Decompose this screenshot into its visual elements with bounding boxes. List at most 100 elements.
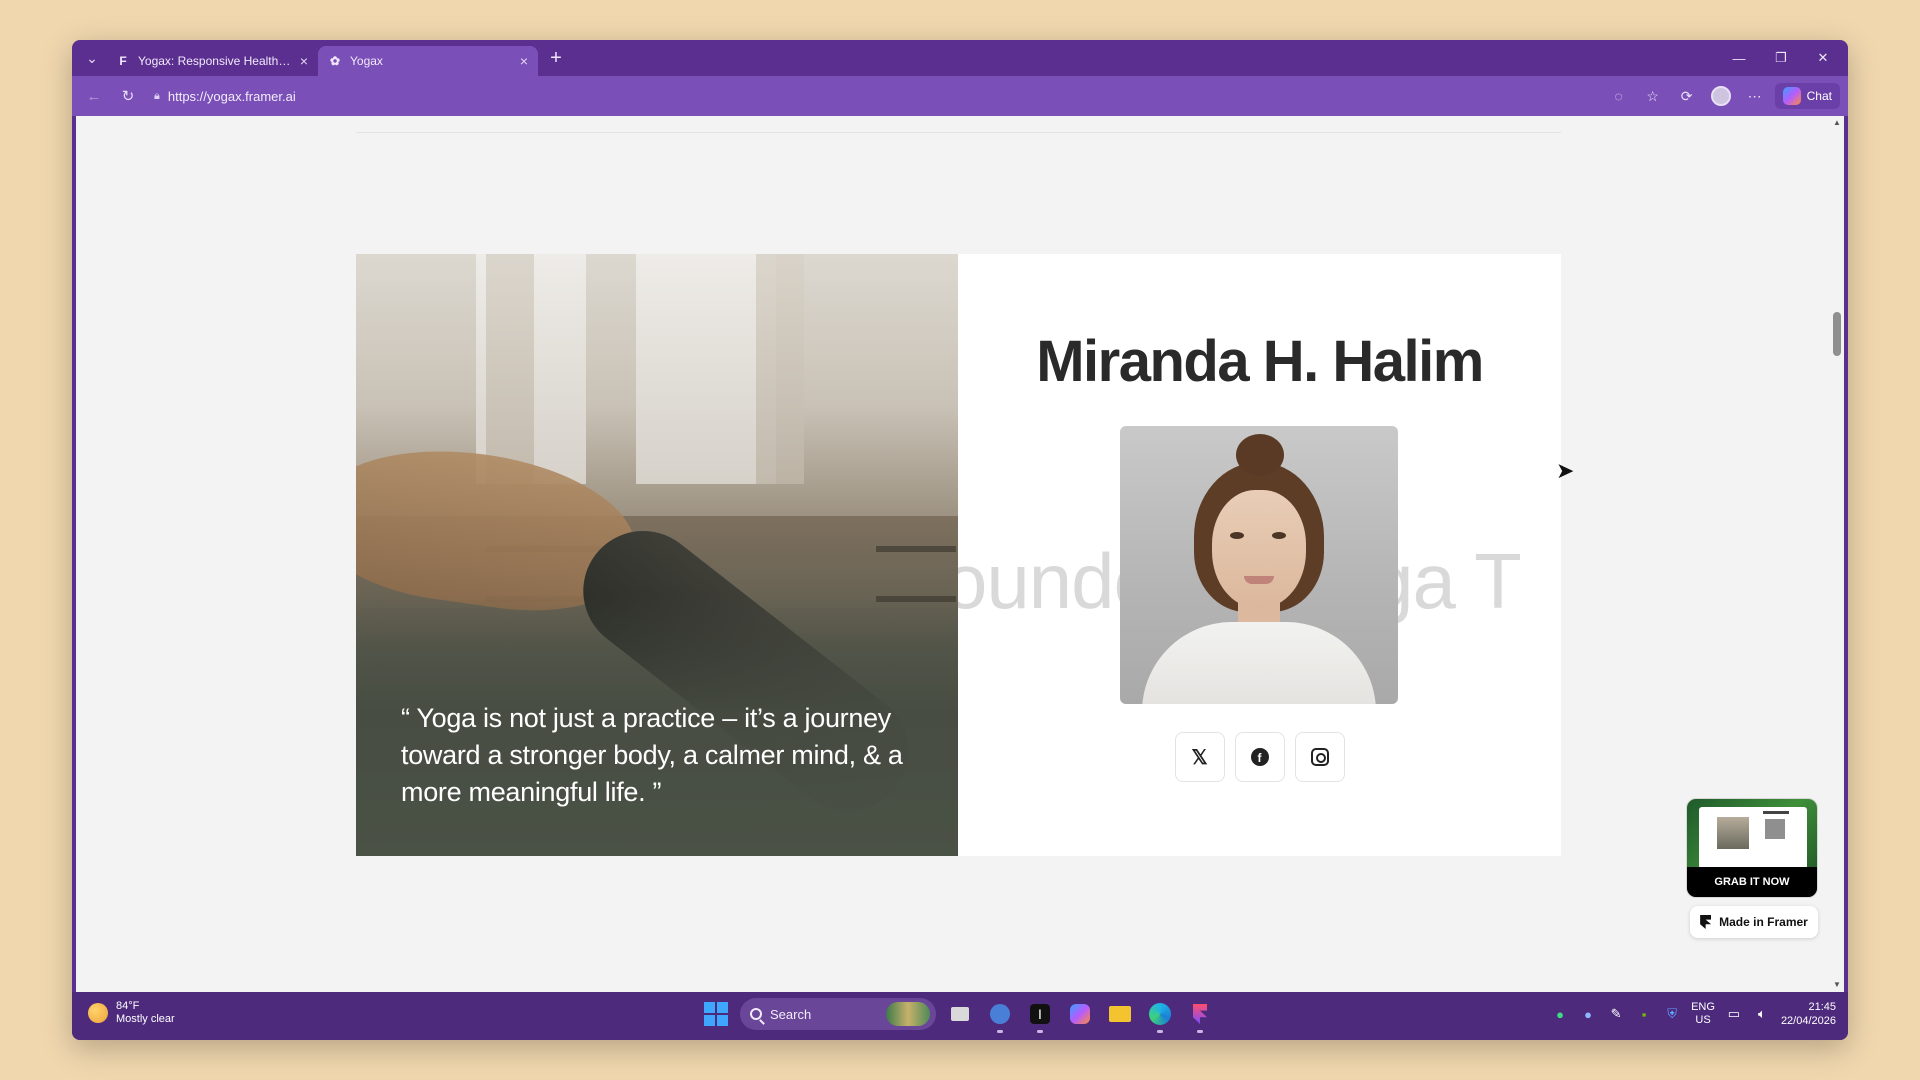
start-button[interactable] bbox=[700, 998, 732, 1030]
window-frame bbox=[486, 254, 534, 484]
clock-time: 21:45 bbox=[1808, 1001, 1836, 1013]
portrait-shirt bbox=[1142, 622, 1376, 704]
clock[interactable]: 21:45 22/04/2026 bbox=[1781, 1000, 1836, 1028]
lock-icon: 🔒︎ bbox=[154, 89, 160, 102]
running-indicator bbox=[1037, 1030, 1043, 1033]
reload-icon: ↻ bbox=[121, 88, 135, 105]
instagram-icon bbox=[1310, 748, 1329, 766]
system-tray: ● ● ✎ ▪ ⛨ ENG US ▭ 🔈︎ 21:45 22/04/2026 bbox=[1551, 1000, 1836, 1028]
portrait-eye bbox=[1272, 532, 1286, 539]
avatar bbox=[1710, 86, 1731, 106]
page-viewport: “ Yoga is not just a practice – it’s a j… bbox=[76, 116, 1844, 992]
copilot-icon bbox=[1782, 87, 1801, 105]
instagram-social-button[interactable] bbox=[1294, 732, 1345, 782]
weather-desc: Mostly clear bbox=[116, 1013, 175, 1025]
mouse-cursor-icon: ➤ bbox=[1556, 458, 1575, 483]
tab-bar: ⌄ F Yogax: Responsive Health Website × ✿… bbox=[72, 40, 1848, 76]
tab-yogax-responsive[interactable]: F Yogax: Responsive Health Website × bbox=[106, 46, 318, 76]
windows-taskbar: 84°F Mostly clear Search I ● ● ✎ ▪ ⛨ ENG… bbox=[72, 992, 1848, 1040]
volume-icon[interactable]: 🔈︎ bbox=[1753, 1005, 1771, 1023]
x-social-button[interactable]: 𝕏 bbox=[1174, 732, 1225, 782]
facebook-social-button[interactable]: f bbox=[1234, 732, 1285, 782]
drawer bbox=[876, 546, 956, 552]
testimonial-quote: “ Yoga is not just a practice – it’s a j… bbox=[401, 703, 903, 807]
made-in-framer-badge[interactable]: Made in Framer bbox=[1690, 906, 1818, 938]
weather-text: 84°F Mostly clear bbox=[116, 1000, 175, 1026]
arrow-left-icon: ← bbox=[86, 87, 102, 105]
tab-actions-menu[interactable]: ⌄ bbox=[78, 44, 106, 72]
nvidia-icon[interactable]: ▪ bbox=[1635, 1005, 1653, 1023]
extensions-icon[interactable]: ⟳ bbox=[1673, 82, 1701, 110]
back-button[interactable]: ← bbox=[80, 82, 108, 110]
app-button[interactable] bbox=[984, 998, 1016, 1033]
window-pane bbox=[636, 254, 776, 484]
moon-weather-icon bbox=[88, 1003, 108, 1023]
language-indicator[interactable]: ENG US bbox=[1691, 1001, 1715, 1027]
weather-widget[interactable]: 84°F Mostly clear bbox=[88, 1000, 175, 1026]
profile-avatar[interactable] bbox=[1707, 82, 1735, 110]
made-in-framer-label: Made in Framer bbox=[1719, 915, 1808, 929]
divider bbox=[356, 132, 1561, 133]
social-links: 𝕏 f bbox=[958, 732, 1561, 782]
app-circle-icon bbox=[990, 1004, 1010, 1024]
app-tray-icon[interactable]: ● bbox=[1579, 1005, 1597, 1023]
framer-favicon-icon: F bbox=[119, 54, 127, 68]
framer-app-button[interactable] bbox=[1184, 998, 1216, 1033]
page-scrollbar[interactable]: ▲ ▼ bbox=[1830, 116, 1844, 992]
more-menu-icon[interactable]: ⋯ bbox=[1741, 82, 1769, 110]
instructor-card: “ Yoga is not just a practice – it’s a j… bbox=[356, 254, 1561, 856]
edge-browser-button[interactable] bbox=[1144, 998, 1176, 1033]
browser-window: ⌄ F Yogax: Responsive Health Website × ✿… bbox=[72, 40, 1848, 1040]
instructor-name: Miranda H. Halim bbox=[1036, 329, 1484, 394]
tab-title: Yogax bbox=[350, 54, 383, 68]
weather-temp: 84°F bbox=[116, 1000, 140, 1012]
restore-icon[interactable]: ❐ bbox=[1760, 43, 1802, 73]
chat-label: Chat bbox=[1806, 89, 1832, 103]
task-view-button[interactable] bbox=[944, 998, 976, 1030]
copilot-chat-button[interactable]: Chat bbox=[1774, 83, 1840, 109]
minimize-icon[interactable]: — bbox=[1718, 43, 1760, 73]
scroll-thumb[interactable] bbox=[1833, 312, 1841, 356]
template-preview bbox=[1699, 807, 1807, 869]
grab-it-now-label: GRAB IT NOW bbox=[1687, 867, 1817, 897]
new-tab-button[interactable]: + bbox=[542, 44, 570, 72]
reload-button[interactable]: ↻ bbox=[114, 82, 142, 110]
yogax-favicon-icon: ✿ bbox=[329, 54, 341, 68]
facebook-icon: f bbox=[1250, 748, 1269, 766]
close-icon[interactable]: × bbox=[300, 53, 308, 69]
scroll-down-arrow-icon[interactable]: ▼ bbox=[1832, 980, 1842, 990]
taskbar-search[interactable]: Search bbox=[740, 998, 936, 1030]
copilot-app-button[interactable] bbox=[1064, 998, 1096, 1030]
shield-icon[interactable]: ⛨ bbox=[1663, 1005, 1681, 1023]
window-controls: — ❐ ✕ bbox=[1718, 43, 1844, 73]
copilot-icon bbox=[1070, 1004, 1090, 1024]
network-icon[interactable]: ▭ bbox=[1725, 1005, 1743, 1023]
portrait-mouth bbox=[1244, 576, 1274, 584]
framer-logo-icon bbox=[1700, 915, 1712, 929]
portrait-hair-bun bbox=[1236, 434, 1284, 476]
url-field[interactable]: 🔒︎ https://yogax.framer.ai bbox=[148, 82, 1599, 110]
profile-panel: ounder of Yoga T Miranda H. Halim 𝕏 f bbox=[958, 254, 1561, 856]
instructor-portrait bbox=[1120, 426, 1398, 704]
portrait-face bbox=[1212, 490, 1306, 608]
pen-icon[interactable]: ✎ bbox=[1607, 1005, 1625, 1023]
close-window-icon[interactable]: ✕ bbox=[1802, 43, 1844, 73]
window-frame bbox=[756, 254, 804, 484]
app-button[interactable]: I bbox=[1024, 998, 1056, 1033]
portrait-eye bbox=[1230, 532, 1244, 539]
folder-icon bbox=[1109, 1006, 1131, 1022]
whatsapp-icon[interactable]: ● bbox=[1551, 1005, 1569, 1023]
edge-icon bbox=[1149, 1003, 1171, 1025]
framer-app-icon bbox=[1193, 1004, 1207, 1024]
star-icon[interactable]: ☆ bbox=[1639, 82, 1667, 110]
file-explorer-button[interactable] bbox=[1104, 998, 1136, 1030]
scroll-up-arrow-icon[interactable]: ▲ bbox=[1832, 118, 1842, 128]
search-icon bbox=[750, 1008, 762, 1020]
close-icon[interactable]: × bbox=[520, 53, 528, 69]
grab-template-card[interactable]: GRAB IT NOW bbox=[1686, 798, 1818, 898]
tab-yogax[interactable]: ✿ Yogax × bbox=[318, 46, 538, 76]
running-indicator bbox=[997, 1030, 1003, 1033]
address-bar: ← ↻ 🔒︎ https://yogax.framer.ai ◌ ☆ ⟳ ⋯ C… bbox=[72, 76, 1848, 116]
x-icon: 𝕏 bbox=[1191, 746, 1208, 769]
read-aloud-icon[interactable]: ◌ bbox=[1605, 82, 1633, 110]
